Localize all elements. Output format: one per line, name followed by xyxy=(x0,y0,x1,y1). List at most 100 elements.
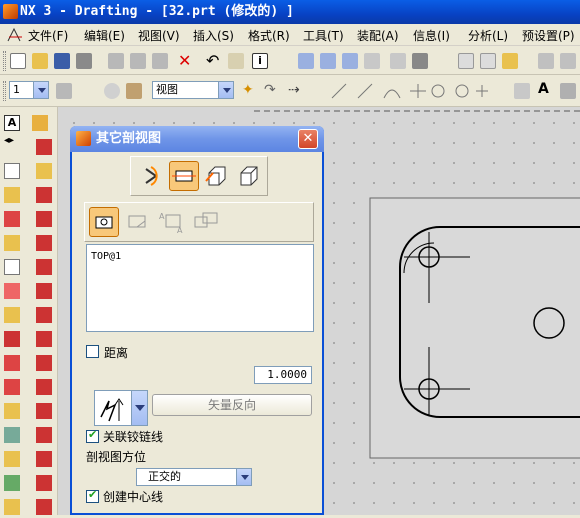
orientation-combo[interactable]: 正交的 xyxy=(136,468,252,486)
view-boundary[interactable] xyxy=(369,197,580,459)
define-hinge-line-button[interactable] xyxy=(123,207,153,237)
annotation-text-icon[interactable]: A xyxy=(538,81,549,97)
view-type-combo[interactable]: 视图 xyxy=(152,81,234,99)
delete-icon[interactable]: ✕ xyxy=(178,51,191,70)
print-icon[interactable] xyxy=(76,53,92,69)
point-constructor-icon[interactable] xyxy=(104,83,120,99)
open-folder-icon[interactable] xyxy=(32,53,48,69)
view-boundary-icon[interactable] xyxy=(4,427,20,443)
snap-icon[interactable] xyxy=(538,53,554,69)
undo-icon[interactable]: ↶ xyxy=(206,51,219,70)
layer-combo[interactable]: 1 xyxy=(9,81,49,99)
menu-preferences[interactable]: 预设置(P) xyxy=(522,27,575,44)
object-icon[interactable] xyxy=(126,83,142,99)
text-tool-icon[interactable]: A xyxy=(4,115,20,131)
layer-icon[interactable] xyxy=(502,53,518,69)
menu-format[interactable]: 格式(R) xyxy=(248,27,290,44)
close-button[interactable]: ✕ xyxy=(298,129,318,149)
projected-view-icon[interactable] xyxy=(4,235,20,251)
zoom-icon[interactable] xyxy=(342,53,358,69)
toolbar-grip[interactable] xyxy=(3,81,6,101)
cylindrical-dimension-icon[interactable] xyxy=(36,355,52,371)
half-section-button[interactable] xyxy=(169,161,199,191)
parallel-dimension-icon[interactable] xyxy=(36,259,52,275)
parent-view-list[interactable]: TOP@1 xyxy=(86,244,314,332)
menu-analysis[interactable]: 分析(L) xyxy=(468,27,508,44)
dimension-icon[interactable] xyxy=(32,115,48,131)
select-parent-view-button[interactable] xyxy=(89,207,119,237)
rotate-icon[interactable]: ↷ xyxy=(264,82,276,98)
chamfer-dimension-icon[interactable] xyxy=(36,307,52,323)
symbol-icon[interactable] xyxy=(560,83,576,99)
align-view-icon[interactable] xyxy=(4,451,20,467)
delete-view-icon[interactable] xyxy=(4,211,20,227)
pictorial-section-button[interactable] xyxy=(233,161,263,191)
section-view-icon[interactable] xyxy=(4,283,20,299)
half-section-icon[interactable] xyxy=(4,307,20,323)
distance-checkbox[interactable] xyxy=(86,345,99,358)
copy-icon[interactable] xyxy=(130,53,146,69)
thickness-dimension-icon[interactable] xyxy=(36,451,52,467)
menu-view[interactable]: 视图(V) xyxy=(138,27,180,44)
unfolded-section-icon[interactable] xyxy=(4,355,20,371)
select-icon[interactable]: ✦ xyxy=(242,82,254,98)
customize-icon[interactable] xyxy=(560,53,576,69)
centerline-icon[interactable] xyxy=(36,139,52,155)
perpendicular-dimension-icon[interactable] xyxy=(36,283,52,299)
menu-insert[interactable]: 插入(S) xyxy=(193,27,234,44)
render-style-icon[interactable] xyxy=(412,53,428,69)
create-centerline-checkbox[interactable] xyxy=(86,488,99,503)
distance-input[interactable]: 1.0000 xyxy=(254,366,312,384)
view-dependent-edit-icon[interactable] xyxy=(4,499,20,515)
pan-icon[interactable] xyxy=(364,53,380,69)
arc-length-dimension-icon[interactable] xyxy=(36,475,52,491)
place-view-button[interactable] xyxy=(191,207,221,237)
break-view-icon[interactable] xyxy=(4,379,20,395)
information-icon[interactable]: i xyxy=(252,53,268,69)
toolbar-grip[interactable] xyxy=(3,51,6,71)
sheet-icon[interactable] xyxy=(458,53,474,69)
save-icon[interactable] xyxy=(54,53,70,69)
menu-file[interactable]: 文件(F) xyxy=(28,27,68,44)
radius-dimension-icon[interactable] xyxy=(36,427,52,443)
hole-dimension-icon[interactable] xyxy=(36,379,52,395)
ordinate-dimension-icon[interactable] xyxy=(36,499,52,515)
dialog-title-bar[interactable]: 其它剖视图 xyxy=(70,126,324,152)
views-icon[interactable] xyxy=(480,53,496,69)
sheet-tool-icon[interactable] xyxy=(4,163,20,179)
detail-view-icon[interactable] xyxy=(4,259,20,275)
bolt-circle-icon[interactable] xyxy=(36,187,52,203)
associative-hinge-checkbox[interactable] xyxy=(86,428,99,443)
repeat-command-icon[interactable] xyxy=(228,53,244,69)
move-copy-view-icon[interactable] xyxy=(4,475,20,491)
section-line-button[interactable]: AA xyxy=(157,207,187,237)
angular-dimension-icon[interactable] xyxy=(36,331,52,347)
fit-view-icon[interactable] xyxy=(298,53,314,69)
vector-selector[interactable] xyxy=(94,390,148,426)
zoom-window-icon[interactable] xyxy=(320,53,336,69)
arrows-icon[interactable]: ◂▸ xyxy=(4,135,20,151)
crosshatch-icon[interactable] xyxy=(36,163,52,179)
menu-tools[interactable]: 工具(T) xyxy=(303,27,344,44)
reverse-vector-button[interactable]: 矢量反向 xyxy=(152,394,312,416)
refresh-icon[interactable] xyxy=(390,53,406,69)
layer-settings-icon[interactable] xyxy=(56,83,72,99)
unfolded-section-button[interactable] xyxy=(201,161,231,191)
update-view-icon[interactable] xyxy=(4,403,20,419)
linear-dimension-icon[interactable] xyxy=(36,211,52,227)
list-item[interactable]: TOP@1 xyxy=(91,251,309,262)
move-icon[interactable]: ⇢ xyxy=(288,82,300,98)
revolved-section-button[interactable] xyxy=(137,161,167,191)
paste-icon[interactable] xyxy=(152,53,168,69)
vertical-dimension-icon[interactable] xyxy=(36,235,52,251)
menu-edit[interactable]: 编辑(E) xyxy=(84,27,125,44)
revolved-section-icon[interactable] xyxy=(4,331,20,347)
base-view-icon[interactable] xyxy=(4,187,20,203)
new-file-icon[interactable] xyxy=(10,53,26,69)
menu-info[interactable]: 信息(I) xyxy=(413,27,450,44)
menu-assembly[interactable]: 装配(A) xyxy=(357,27,399,44)
diameter-dimension-icon[interactable] xyxy=(36,403,52,419)
cut-icon[interactable] xyxy=(108,53,124,69)
hinge-line-icon xyxy=(128,215,146,228)
table-icon[interactable] xyxy=(514,83,530,99)
